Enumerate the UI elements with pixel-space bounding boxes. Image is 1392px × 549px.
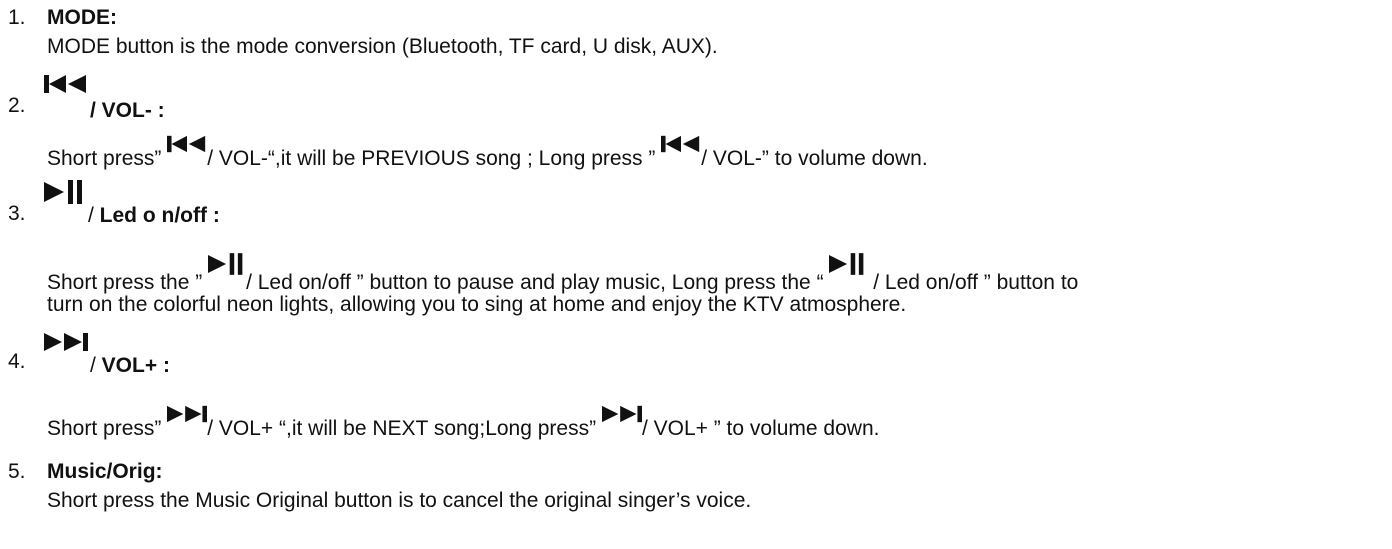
previous-track-icon — [661, 133, 701, 155]
desc-text: Short press” — [47, 147, 168, 170]
previous-track-icon — [44, 73, 88, 95]
item-description: Short press the ” / Led on/off ” button … — [47, 253, 1079, 294]
desc-text: / Led on/off ” button to — [867, 271, 1079, 294]
item-header — [44, 331, 88, 353]
title-slash: / — [88, 204, 100, 227]
item-header — [44, 73, 88, 95]
next-track-icon — [167, 403, 208, 425]
item-description: Short press” / VOL+ “,it will be NEXT so… — [47, 405, 880, 440]
play-pause-icon — [44, 179, 86, 205]
next-track-icon — [601, 403, 642, 425]
title-slash: / — [90, 354, 102, 377]
previous-track-icon — [167, 133, 207, 155]
play-pause-icon — [829, 251, 867, 277]
item-description: Short press” / VOL-“,it will be PREVIOUS… — [47, 135, 928, 170]
item-title: VOL+ : — [101, 354, 170, 377]
item-title: / VOL- : — [90, 99, 165, 122]
item-number: 4. — [8, 350, 26, 373]
desc-text: Short press” — [47, 417, 168, 440]
item-title: Music/Orig: — [47, 460, 163, 483]
item-title: Led o n/off : — [99, 204, 220, 227]
next-track-icon — [44, 331, 88, 353]
item-number: 1. — [8, 6, 26, 29]
item-title: MODE: — [47, 6, 117, 29]
item-title-wrap: / Led o n/off : — [88, 205, 220, 226]
item-description: MODE button is the mode conversion (Blue… — [47, 35, 718, 58]
desc-text: / Led on/off ” button to pause and play … — [246, 271, 830, 294]
item-number: 2. — [8, 94, 26, 117]
desc-text: / VOL-“,it will be PREVIOUS song ; Long … — [207, 147, 662, 170]
desc-text: / VOL+ “,it will be NEXT song;Long press… — [207, 417, 602, 440]
desc-text: / VOL-” to volume down. — [701, 147, 928, 170]
item-title-wrap: / VOL+ : — [90, 355, 170, 376]
item-description: Short press the Music Original button is… — [47, 489, 752, 512]
item-description-line2: turn on the colorful neon lights, allowi… — [47, 293, 907, 316]
item-header — [44, 179, 86, 205]
desc-text: / VOL+ ” to volume down. — [641, 417, 880, 440]
item-number: 3. — [8, 202, 26, 225]
desc-text: Short press the ” — [47, 271, 209, 294]
play-pause-icon — [208, 251, 246, 277]
item-number: 5. — [8, 460, 26, 483]
